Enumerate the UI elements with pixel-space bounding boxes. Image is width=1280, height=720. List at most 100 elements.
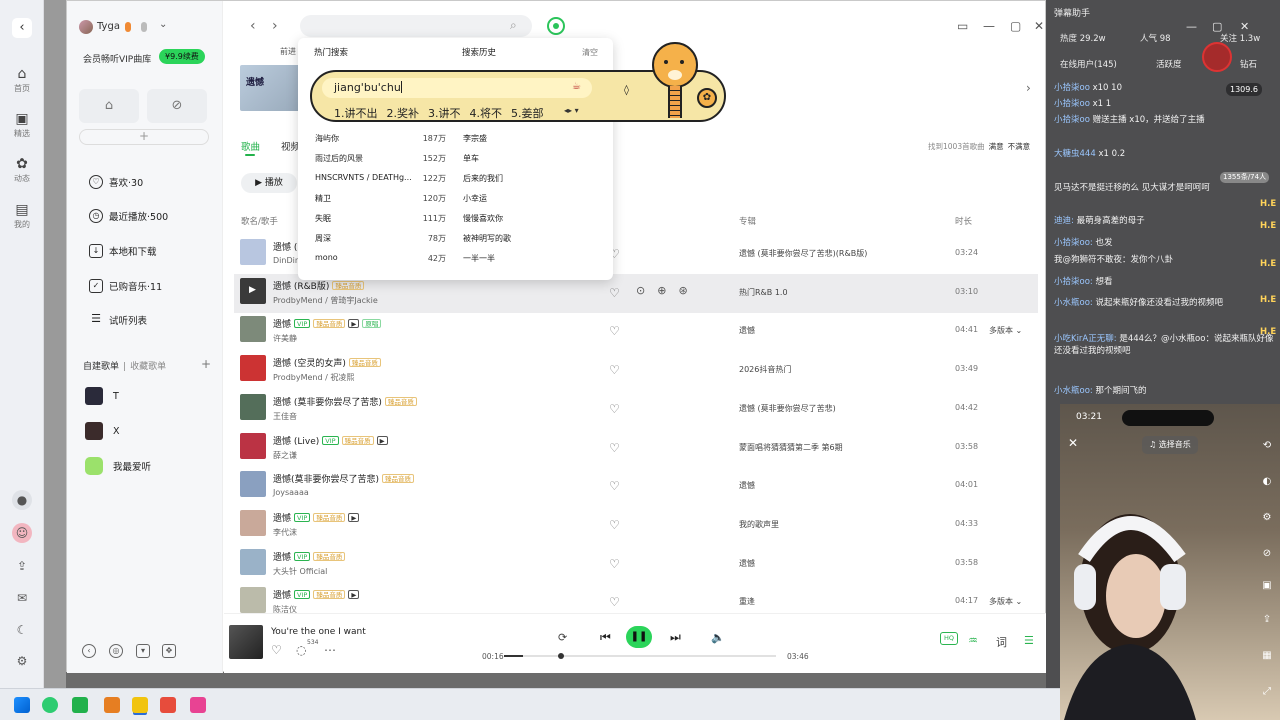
song-title[interactable]: 遗憾 (空灵的女声) xyxy=(273,359,346,369)
search-banner[interactable]: 遗憾 xyxy=(240,65,300,111)
minimize-icon[interactable]: — xyxy=(1186,20,1197,33)
song-album[interactable]: 遗憾 xyxy=(739,325,755,336)
song-cover[interactable] xyxy=(240,316,266,343)
song-row[interactable]: 遗憾 VIP 臻品音质 大头针 Official ♡ 遗憾 03:58 xyxy=(234,545,1038,584)
music-recognize-icon[interactable] xyxy=(547,17,565,35)
more-versions-button[interactable]: 多版本 ⌄ xyxy=(989,596,1022,607)
song-album[interactable]: 2026抖音热门 xyxy=(739,364,791,375)
diamond-tab[interactable]: 钻石 xyxy=(1240,58,1257,70)
song-artist[interactable]: ProdbyMend / 祝凌熙 xyxy=(273,372,354,383)
back-arrow-icon[interactable]: ‹ xyxy=(250,18,256,34)
history-item[interactable]: 单车 xyxy=(463,153,479,164)
history-item[interactable]: 慢慢喜欢你 xyxy=(463,213,503,224)
song-cover[interactable] xyxy=(240,471,266,498)
song-artist[interactable]: Joysaaaa xyxy=(273,488,309,497)
history-item[interactable]: 小幸运 xyxy=(463,193,487,204)
vip-title[interactable]: 会员畅听VIP曲库 xyxy=(83,52,151,65)
flip-camera-icon[interactable]: ⟲ xyxy=(1256,440,1278,451)
target-icon[interactable]: ◎ xyxy=(109,644,123,658)
share-icon[interactable]: ⇪ xyxy=(1256,614,1278,625)
ime-candidate[interactable]: 2.奖补 xyxy=(387,107,420,120)
online-users-tab[interactable]: 在线用户(145) xyxy=(1060,58,1117,70)
dock-profile[interactable]: ▤ 我的 xyxy=(0,202,44,230)
close-icon[interactable]: ✕ xyxy=(1034,19,1044,33)
more-icon[interactable]: ⊛ xyxy=(678,284,699,297)
playlist-item[interactable]: X xyxy=(85,421,120,441)
upload-icon[interactable]: ⇪ xyxy=(12,556,32,576)
music-app-icon[interactable] xyxy=(132,697,148,713)
unsatisfied-button[interactable]: 不满意 xyxy=(1008,142,1031,151)
forward-arrow-icon[interactable]: › xyxy=(272,18,278,34)
cup-icon[interactable]: ☕ xyxy=(572,81,581,92)
add-icon[interactable]: ⊕ xyxy=(657,284,678,297)
active-fans-tab[interactable]: 活跃度 xyxy=(1156,58,1182,70)
chat-user[interactable]: 大糖虫444 xyxy=(1054,149,1096,159)
heart-icon[interactable]: ♡ xyxy=(609,324,620,338)
heart-icon[interactable]: ♡ xyxy=(609,441,620,455)
user-icon[interactable]: ● xyxy=(12,490,32,510)
song-title[interactable]: 遗憾 (Live) xyxy=(273,437,319,447)
song-artist[interactable]: ProdbyMend / 曾琦宇Jackie xyxy=(273,295,378,306)
song-row[interactable]: 遗憾 (空灵的女声) 臻品音质 ProdbyMend / 祝凌熙 ♡ 2026抖音热门 0… xyxy=(234,351,1038,390)
download-icon[interactable]: ⊙ xyxy=(636,284,657,297)
hot-search-item[interactable]: 精卫 120万 xyxy=(315,193,446,213)
song-row[interactable]: 遗憾(莫非要你尝尽了苦悲) 臻品音质 Joysaaaa ♡ 遗憾 04:01 xyxy=(234,467,1038,506)
settings-icon[interactable]: ⚙ xyxy=(1256,512,1278,523)
chat-user[interactable]: 小拾柒oo xyxy=(1054,83,1090,93)
volume-icon[interactable]: 🔈 xyxy=(711,631,725,644)
song-cover[interactable] xyxy=(240,355,266,382)
satisfied-button[interactable]: 满意 xyxy=(989,142,1004,151)
home-card[interactable]: ⌂ xyxy=(79,89,139,123)
moon-icon[interactable]: ☾ xyxy=(12,620,32,640)
app-icon[interactable] xyxy=(104,697,120,713)
chat-user[interactable]: 小拾柒oo: xyxy=(1054,277,1093,287)
heart-icon[interactable]: ♡ xyxy=(609,557,620,571)
play-icon[interactable]: ▶ xyxy=(249,285,256,295)
playlist-queue-icon[interactable]: ☰ xyxy=(1024,634,1034,647)
playlist-item[interactable]: 我最爱听 xyxy=(85,456,151,476)
song-row[interactable]: 遗憾 VIP 臻品音质 ▶ 原唱 许美静 ♡ 遗憾 04:41 多版本 ⌄ xyxy=(234,312,1038,351)
history-item[interactable]: 被神明写的歌 xyxy=(463,233,511,244)
history-item[interactable]: 李宗盛 xyxy=(463,133,487,144)
song-cover[interactable] xyxy=(240,548,266,575)
song-artist[interactable]: DinDin xyxy=(273,256,300,265)
back-icon[interactable]: ‹ xyxy=(12,18,32,38)
mini-mode-icon[interactable]: ▭ xyxy=(957,19,968,33)
hot-search-item[interactable]: 失眠 111万 xyxy=(315,213,446,233)
avatar-icon[interactable]: ☺ xyxy=(12,523,32,543)
song-artist[interactable]: 薛之谦 xyxy=(273,450,297,461)
chat-user[interactable]: 小吃KirA正无聊: xyxy=(1054,334,1117,344)
song-title[interactable]: 遗憾 (R&B版) xyxy=(273,282,329,292)
progress-track[interactable] xyxy=(504,653,776,659)
windows-start-icon[interactable] xyxy=(14,697,30,713)
vip-renew-button[interactable]: ¥9.9续费 xyxy=(159,49,205,64)
song-title[interactable]: 遗憾 ( xyxy=(273,243,297,253)
song-cover[interactable] xyxy=(240,587,266,614)
expand-icon[interactable]: ⤢ xyxy=(1256,686,1278,697)
scan-icon[interactable]: ▣ xyxy=(1256,580,1278,591)
song-row[interactable]: 遗憾 (莫非要你尝尽了苦悲) 臻品音质 王佳音 ♡ 遗憾 (莫非要你尝尽了苦悲) 04:4… xyxy=(234,390,1038,429)
user-name[interactable]: Tyga xyxy=(97,21,120,32)
comment-icon[interactable]: ◌ xyxy=(296,643,306,657)
search-icon[interactable]: ⌕ xyxy=(510,18,517,33)
hot-search-item[interactable]: 雨过后的风景 152万 xyxy=(315,153,446,173)
shirt-icon[interactable]: ▾ xyxy=(136,644,150,658)
song-cover[interactable] xyxy=(240,393,266,420)
chat-user[interactable]: 小水瓶oo: xyxy=(1054,298,1093,308)
lyrics-icon[interactable]: 词 xyxy=(996,634,1007,650)
song-title[interactable]: 遗憾 xyxy=(273,591,291,601)
song-artist[interactable]: 大头针 Official xyxy=(273,566,327,577)
heart-icon[interactable]: ♡ xyxy=(609,595,620,609)
like-icon[interactable]: ♡ xyxy=(271,643,282,657)
wps-icon[interactable] xyxy=(160,697,176,713)
minimize-icon[interactable]: — xyxy=(983,19,995,33)
add-playlist-icon[interactable]: + xyxy=(201,357,211,371)
play-all-button[interactable]: ▶ 播放 xyxy=(241,173,297,193)
more-versions-button[interactable]: 多版本 ⌄ xyxy=(989,325,1022,336)
hot-search-item[interactable]: 周深 78万 xyxy=(315,233,446,253)
chevron-down-icon[interactable]: ⌄ xyxy=(159,19,167,30)
chevron-right-icon[interactable]: › xyxy=(1026,81,1031,95)
song-album[interactable]: 遗憾 (莫非要你尝尽了苦悲)(R&B版) xyxy=(739,248,867,259)
song-album[interactable]: 热门R&B 1.0 xyxy=(739,287,788,298)
heart-icon[interactable]: ♡ xyxy=(609,402,620,416)
